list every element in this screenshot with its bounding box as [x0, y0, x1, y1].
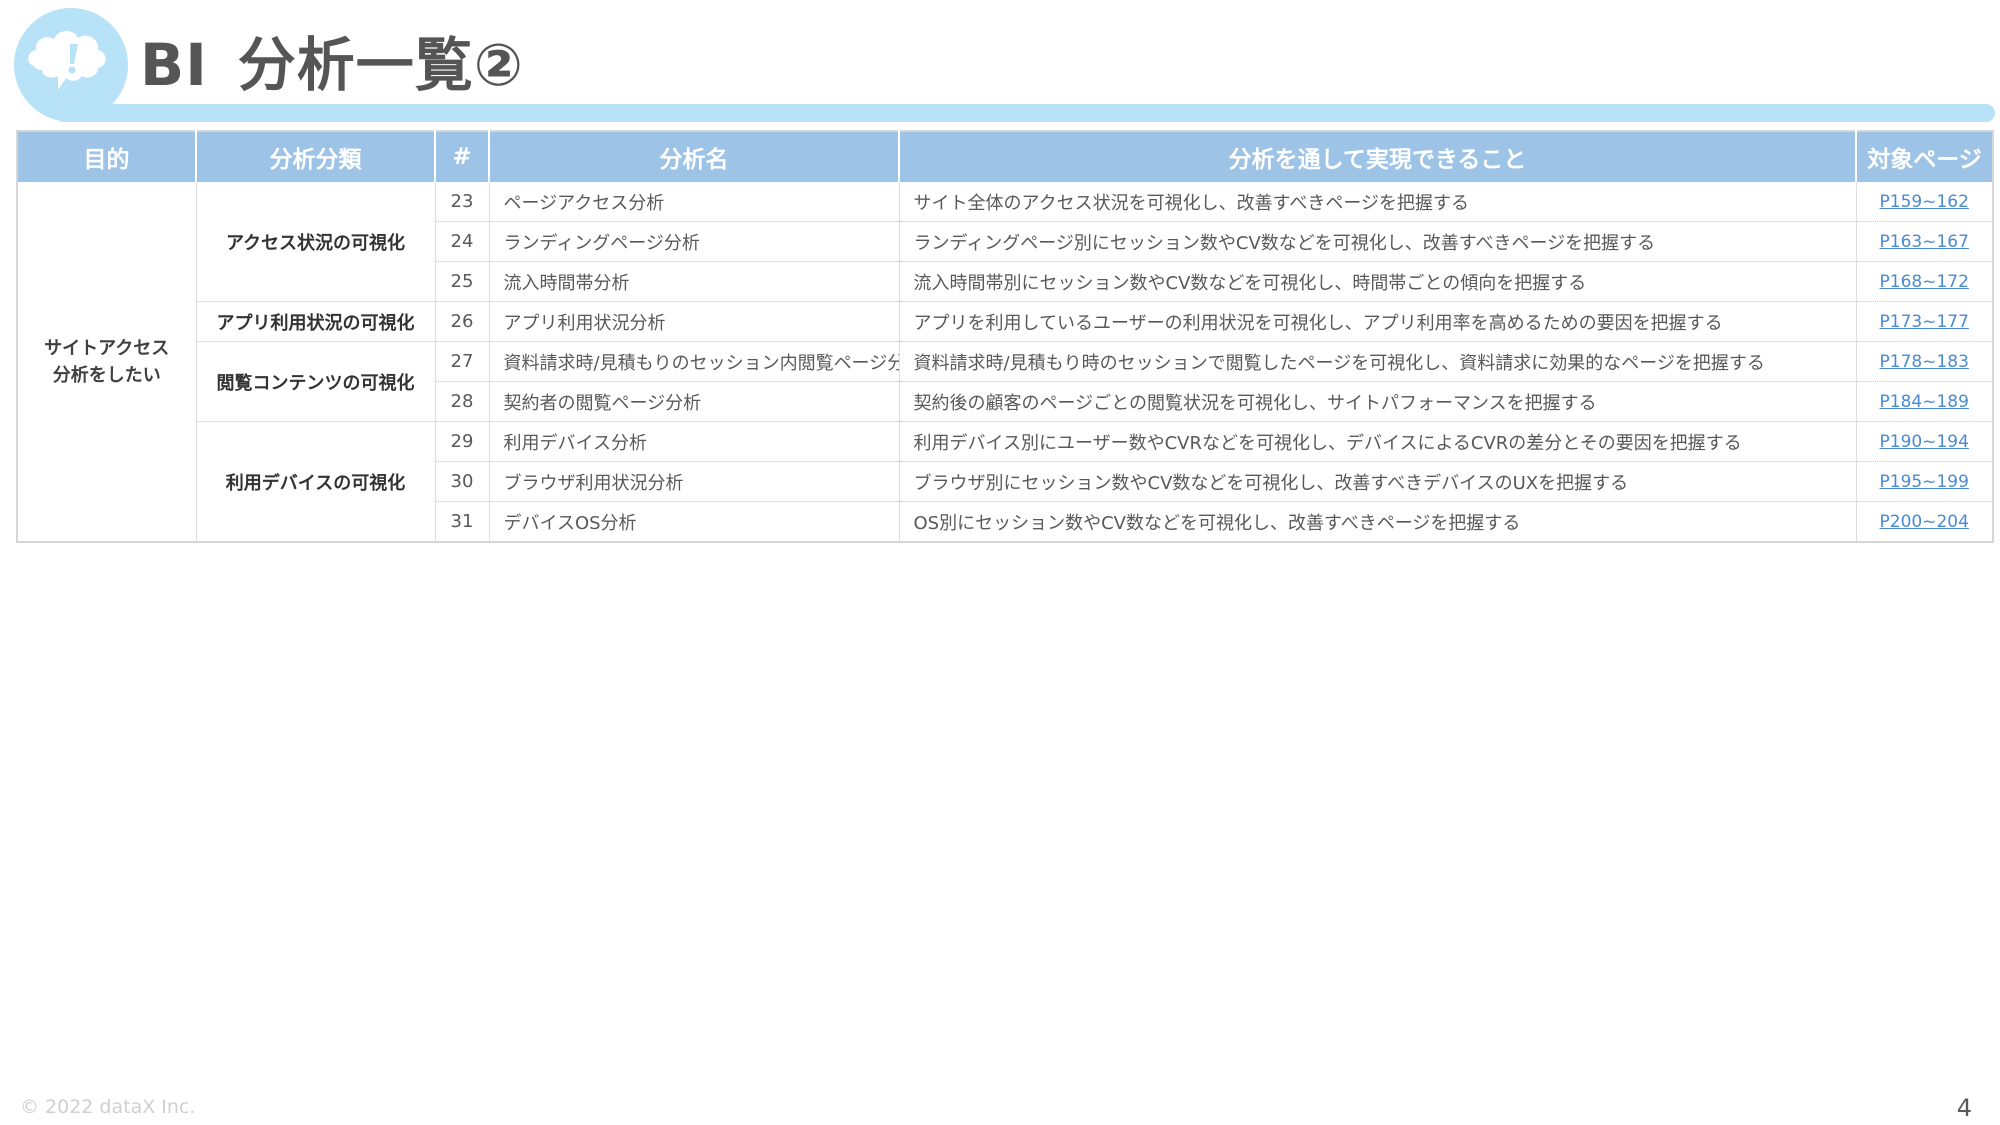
analysis-description: 契約後の顧客のページごとの閲覧状況を可視化し、サイトパフォーマンスを把握する: [898, 381, 1856, 422]
column-header-number: #: [434, 131, 489, 182]
target-page-link[interactable]: P190~194: [1880, 432, 1969, 452]
analysis-name: 流入時間帯分析: [488, 261, 899, 302]
analysis-name: 資料請求時/見積もりのセッション内閲覧ページ分析: [488, 341, 899, 382]
analysis-description: ランディングページ別にセッション数やCV数などを可視化し、改善すべきページを把握…: [898, 221, 1856, 262]
table-header-row: 目的 分析分類 # 分析名 分析を通して実現できること 対象ページ: [17, 131, 1993, 182]
table-row: 閲覧コンテンツの可視化 27 資料請求時/見積もりのセッション内閲覧ページ分析 …: [17, 341, 1993, 422]
target-page-link[interactable]: P178~183: [1880, 352, 1969, 372]
column-header-target-pages: 対象ページ: [1855, 131, 1993, 182]
analysis-description: 資料請求時/見積もり時のセッションで閲覧したページを可視化し、資料請求に効果的な…: [898, 341, 1856, 382]
row-number: 25: [434, 261, 489, 302]
row-number: 23: [434, 182, 489, 222]
analysis-name: ブラウザ利用状況分析: [488, 461, 899, 502]
page-number: 4: [1956, 1094, 1972, 1122]
target-page-link[interactable]: P159~162: [1880, 192, 1969, 212]
page-title: BI 分析一覧②: [140, 18, 524, 102]
analysis-description: OS別にセッション数やCV数などを可視化し、改善すべきページを把握する: [898, 501, 1856, 543]
column-header-purpose: 目的: [17, 131, 196, 182]
analysis-table: 目的 分析分類 # 分析名 分析を通して実現できること 対象ページ サイトアクセ…: [16, 130, 1994, 543]
analysis-name: アプリ利用状況分析: [488, 301, 899, 342]
row-number: 27: [434, 341, 489, 382]
table-row: サイトアクセス 分析をしたい アクセス状況の可視化 23 ページアクセス分析 サイ…: [16, 182, 1993, 542]
column-header-category: 分析分類: [195, 131, 435, 182]
purpose-line-1: サイトアクセス: [44, 337, 170, 359]
target-page-link[interactable]: P184~189: [1880, 392, 1969, 412]
category-cell: 利用デバイスの可視化: [195, 421, 435, 543]
category-cell: 閲覧コンテンツの可視化: [195, 341, 435, 422]
category-cell: アクセス状況の可視化: [195, 182, 435, 302]
analysis-name: ページアクセス分析: [488, 182, 899, 222]
purpose-cell: サイトアクセス 分析をしたい: [16, 182, 196, 542]
row-number: 28: [434, 381, 489, 422]
analysis-description: ブラウザ別にセッション数やCV数などを可視化し、改善すべきデバイスのUXを把握す…: [898, 461, 1856, 502]
column-header-analysis-name: 分析名: [488, 131, 899, 182]
analysis-name: 利用デバイス分析: [488, 421, 899, 462]
table-row: 利用デバイスの可視化 29 利用デバイス分析 利用デバイス別にユーザー数やCVR…: [17, 421, 1993, 543]
row-number: 29: [434, 421, 489, 462]
category-cell: アプリ利用状況の可視化: [195, 301, 435, 342]
column-header-description: 分析を通して実現できること: [898, 131, 1856, 182]
target-page-link[interactable]: P195~199: [1880, 472, 1969, 492]
row-number: 30: [434, 461, 489, 502]
title-underline-bar: [60, 104, 1995, 122]
analysis-description: アプリを利用しているユーザーの利用状況を可視化し、アプリ利用率を高めるための要因…: [898, 301, 1856, 342]
row-number: 26: [434, 301, 489, 342]
purpose-line-2: 分析をしたい: [52, 364, 161, 386]
analysis-name: デバイスOS分析: [488, 501, 899, 543]
analysis-description: 利用デバイス別にユーザー数やCVRなどを可視化し、デバイスによるCVRの差分とそ…: [898, 421, 1856, 462]
title-prefix: BI: [140, 31, 208, 99]
title-main: 分析一覧②: [237, 31, 524, 99]
analysis-description: サイト全体のアクセス状況を可視化し、改善すべきページを把握する: [898, 182, 1856, 222]
target-page-link[interactable]: P173~177: [1880, 312, 1969, 332]
target-page-link[interactable]: P163~167: [1880, 232, 1969, 252]
analysis-description: 流入時間帯別にセッション数やCV数などを可視化し、時間帯ごとの傾向を把握する: [898, 261, 1856, 302]
analysis-name: ランディングページ分析: [488, 221, 899, 262]
target-page-link[interactable]: P200~204: [1880, 512, 1969, 532]
table-row: アプリ利用状況の可視化 26 アプリ利用状況分析 アプリを利用しているユーザーの…: [17, 301, 1993, 342]
analysis-name: 契約者の閲覧ページ分析: [488, 381, 899, 422]
footer-copyright: © 2022 dataX Inc.: [20, 1096, 196, 1118]
row-number: 24: [434, 221, 489, 262]
target-page-link[interactable]: P168~172: [1880, 272, 1969, 292]
row-number: 31: [434, 501, 489, 543]
